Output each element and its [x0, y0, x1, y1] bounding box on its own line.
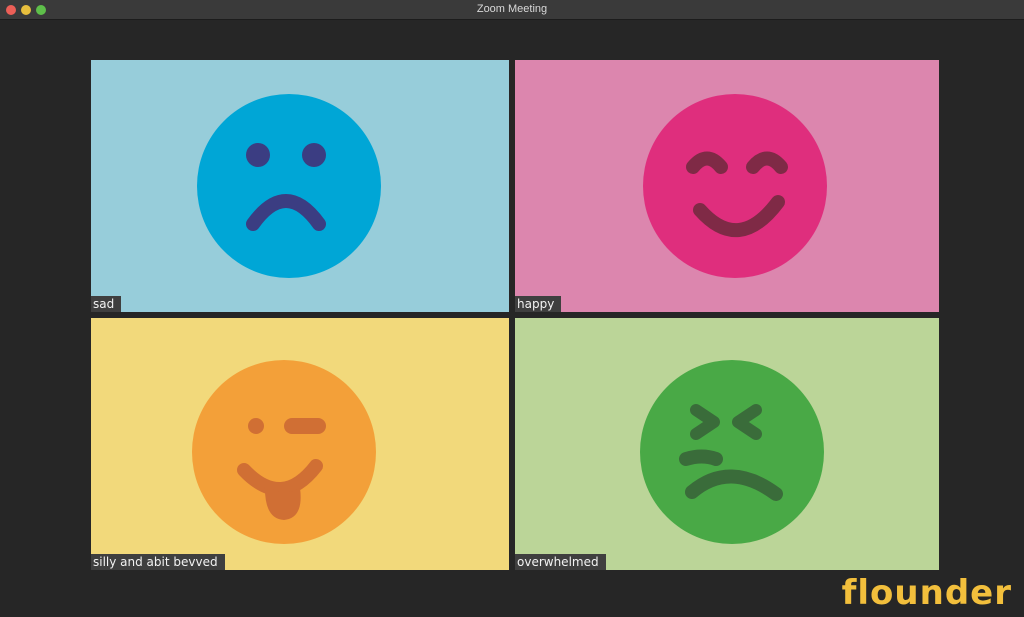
sad-face-icon [197, 94, 381, 278]
participant-tile-silly[interactable]: silly and abit bevved [91, 318, 509, 570]
flounder-logo: flounder [841, 573, 1012, 613]
participant-name-label: happy [515, 296, 562, 312]
participant-name-label: overwhelmed [515, 554, 606, 570]
participant-tile-sad[interactable]: sad [91, 60, 509, 312]
overwhelmed-face-icon [640, 360, 824, 544]
participant-tile-happy[interactable]: happy [515, 60, 939, 312]
participant-tile-overwhelmed[interactable]: overwhelmed [515, 318, 939, 570]
silly-face-icon [192, 360, 376, 544]
participant-name-label: sad [91, 296, 122, 312]
participant-name-label: silly and abit bevved [91, 554, 225, 570]
happy-face-icon [643, 94, 827, 278]
window-title: Zoom Meeting [476, 3, 548, 15]
window-titlebar: Zoom Meeting [0, 0, 1024, 20]
